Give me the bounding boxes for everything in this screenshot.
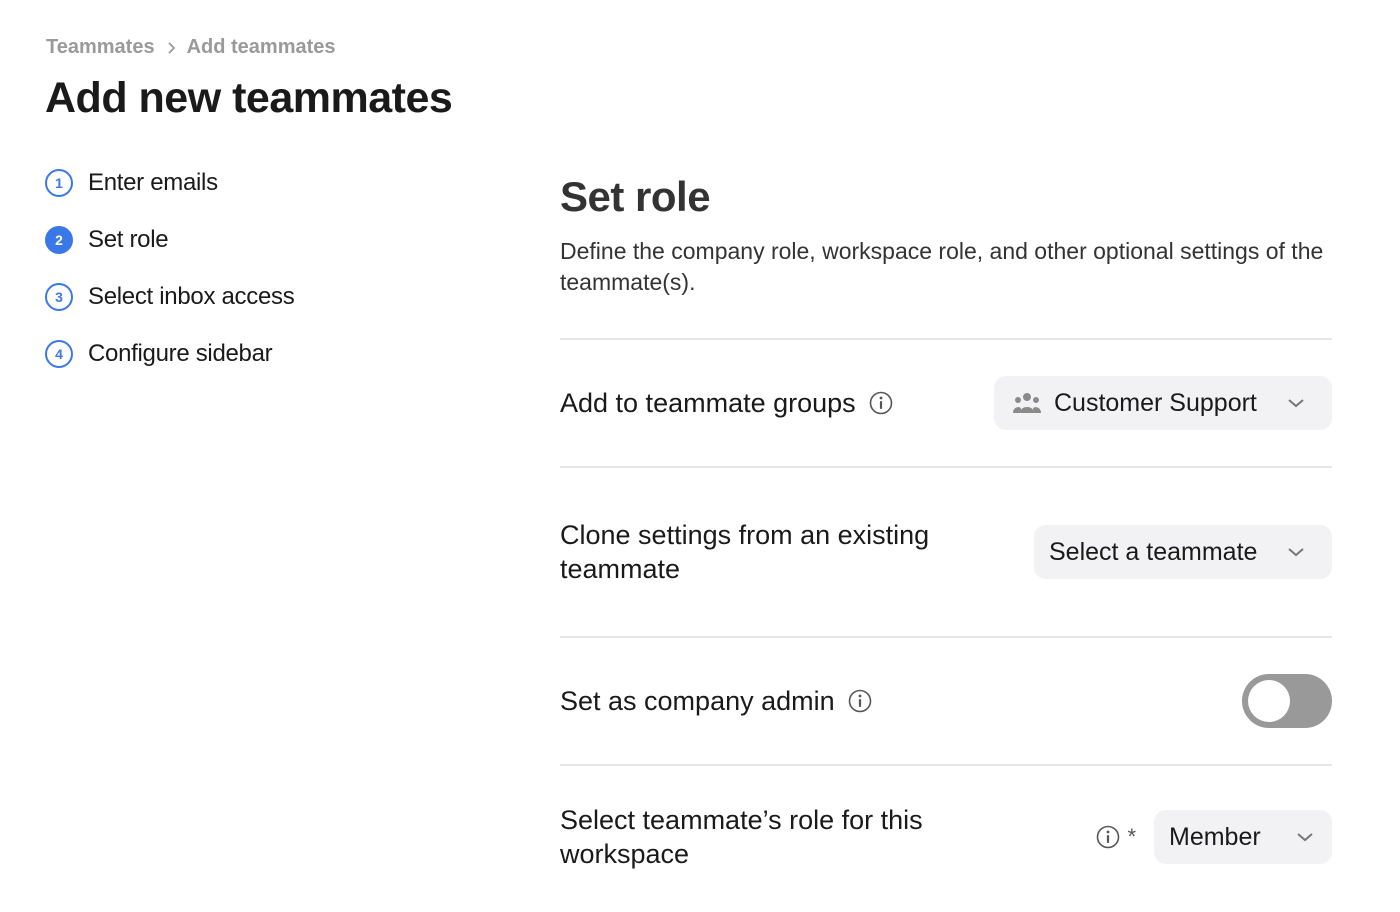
clone-teammate-select[interactable]: Select a teammate <box>1034 525 1332 579</box>
workspace-role-select[interactable]: Member <box>1154 810 1332 864</box>
required-marker: * <box>1127 824 1136 849</box>
breadcrumb-item-teammates[interactable]: Teammates <box>46 36 155 59</box>
selected-group: Customer Support <box>1054 388 1257 417</box>
step-set-role[interactable]: 2 Set role <box>45 223 294 257</box>
workspace-role-label: Select teammate’s role for this workspac… <box>560 805 923 869</box>
workspace-role-row: Select teammate’s role for this workspac… <box>560 766 1332 908</box>
admin-label: Set as company admin <box>560 686 835 716</box>
chevron-down-icon <box>1287 546 1305 558</box>
step-label: Select inbox access <box>88 283 295 310</box>
teammate-groups-select[interactable]: Customer Support <box>994 376 1332 430</box>
admin-row: Set as company admin <box>560 638 1332 764</box>
step-label: Set role <box>88 226 169 253</box>
step-enter-emails[interactable]: 1 Enter emails <box>45 166 294 200</box>
step-label: Enter emails <box>88 169 218 196</box>
step-number: 1 <box>45 169 73 197</box>
groups-label: Add to teammate groups <box>560 388 856 418</box>
chevron-right-icon <box>167 41 177 55</box>
step-select-inbox-access[interactable]: 3 Select inbox access <box>45 280 295 314</box>
step-number: 4 <box>45 340 73 368</box>
clone-label: Clone settings from an existing teammate <box>560 520 930 584</box>
chevron-down-icon <box>1287 397 1305 409</box>
info-icon[interactable] <box>847 688 873 714</box>
clone-placeholder: Select a teammate <box>1049 537 1258 566</box>
groups-row: Add to teammate groups Customer Support <box>560 340 1332 466</box>
section-title: Set role <box>560 173 711 220</box>
group-icon <box>1012 391 1042 415</box>
chevron-down-icon <box>1296 831 1314 843</box>
info-icon[interactable] <box>868 390 894 416</box>
breadcrumb: Teammates Add teammates <box>46 36 336 59</box>
breadcrumb-item-add-teammates: Add teammates <box>186 36 336 58</box>
step-number: 3 <box>45 283 73 311</box>
toggle-knob <box>1248 680 1290 722</box>
stepper: 1 Enter emails 2 Set role 3 Select inbox… <box>45 166 295 394</box>
set-role-panel: Set role Define the company role, worksp… <box>560 172 1332 908</box>
selected-role: Member <box>1169 822 1261 851</box>
clone-row: Clone settings from an existing teammate… <box>560 468 1332 636</box>
info-icon[interactable] <box>1095 824 1121 850</box>
step-configure-sidebar[interactable]: 4 Configure sidebar <box>45 337 294 371</box>
page-title: Add new teammates <box>45 74 453 122</box>
section-description: Define the company role, workspace role,… <box>560 238 1324 295</box>
step-label: Configure sidebar <box>88 340 273 367</box>
company-admin-toggle[interactable] <box>1242 674 1332 728</box>
step-number: 2 <box>45 226 73 254</box>
